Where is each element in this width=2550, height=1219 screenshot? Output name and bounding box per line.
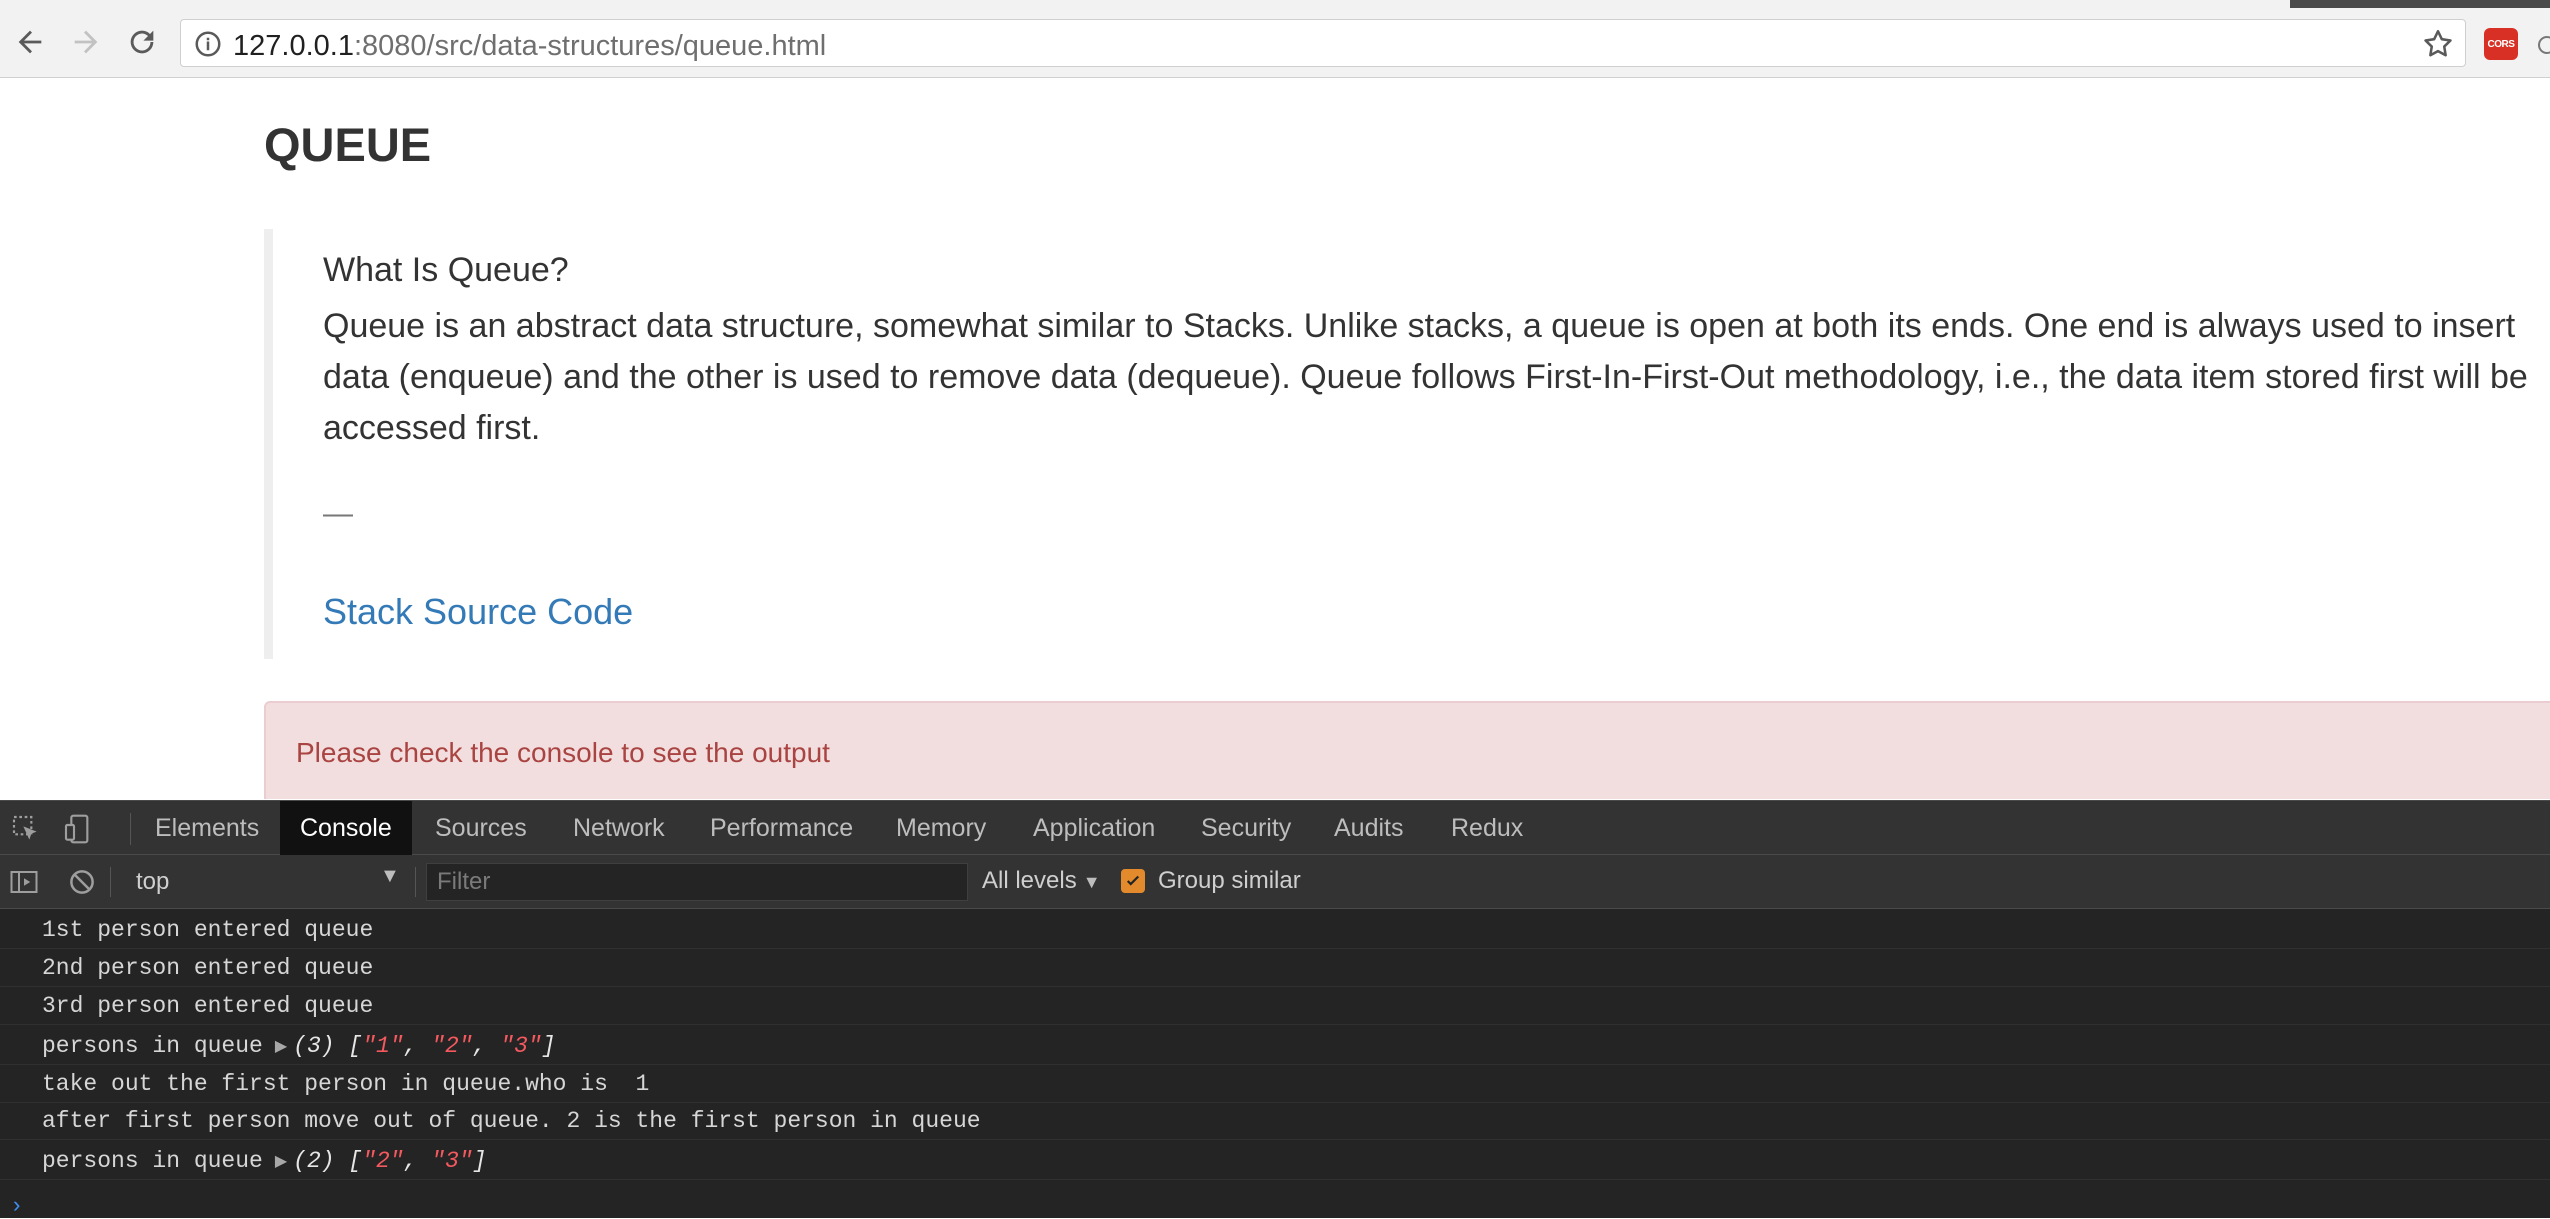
arrow-left-icon xyxy=(18,30,42,54)
filter-divider xyxy=(110,867,111,897)
console-log-line: persons in queue ▶ (3) ["1", "2", "3"] xyxy=(0,1027,2550,1065)
console-log-text: persons in queue xyxy=(42,1147,263,1174)
page-content: QUEUE What Is Queue? Queue is an abstrac… xyxy=(0,79,2550,799)
tab-redux[interactable]: Redux xyxy=(1431,801,1543,855)
reload-icon xyxy=(130,30,154,54)
url-host: 127.0.0.1 xyxy=(233,30,354,62)
array-item: "2" xyxy=(362,1147,404,1174)
url-text[interactable]: 127.0.0.1:8080/src/data-structures/queue… xyxy=(233,30,826,63)
quote-body: Queue is an abstract data structure, som… xyxy=(323,307,2528,447)
quote-heading: What Is Queue? xyxy=(323,251,569,289)
console-log-text: take out the first person in queue.who i… xyxy=(42,1070,650,1097)
alert-box: Please check the console to see the outp… xyxy=(264,701,2550,799)
group-similar-label[interactable]: Group similar xyxy=(1158,867,1301,895)
tab-application[interactable]: Application xyxy=(1013,801,1175,855)
forward-button[interactable] xyxy=(62,18,110,66)
console-log-text: persons in queue xyxy=(42,1032,263,1059)
quote-dash: — xyxy=(323,497,353,530)
devtools-tab-bar: Elements Console Sources Network Performance… xyxy=(0,800,2550,855)
console-log-line: 1st person entered queue xyxy=(0,911,2550,949)
tab-memory[interactable]: Memory xyxy=(876,801,1006,855)
stack-source-code-link[interactable]: Stack Source Code xyxy=(323,591,633,633)
info-icon[interactable] xyxy=(193,29,223,59)
cors-badge-text: CORS xyxy=(2487,38,2515,50)
context-select[interactable]: top xyxy=(120,863,405,901)
show-sidebar-icon[interactable] xyxy=(9,867,39,897)
group-similar-checkbox[interactable] xyxy=(1121,869,1145,893)
context-dropdown-arrow-icon[interactable]: ▼ xyxy=(380,865,400,888)
tab-elements[interactable]: Elements xyxy=(135,801,279,855)
arrow-right-icon xyxy=(74,30,98,54)
cors-extension-icon[interactable]: CORS xyxy=(2484,28,2518,60)
active-tab-edge[interactable] xyxy=(0,0,2290,8)
console-log-text: after first person move out of queue. 2 … xyxy=(42,1107,981,1134)
array-item: "1" xyxy=(362,1032,404,1059)
array-item: "2" xyxy=(431,1032,473,1059)
expand-triangle-icon[interactable]: ▶ xyxy=(275,1151,287,1171)
array-item: "3" xyxy=(431,1147,473,1174)
tab-console[interactable]: Console xyxy=(280,801,412,855)
log-levels-label: All levels xyxy=(982,867,1077,894)
devtools-panel: Elements Console Sources Network Performance… xyxy=(0,800,2550,1219)
console-output[interactable]: › 1st person entered queue 2nd person ent… xyxy=(0,910,2550,1219)
expand-triangle-icon[interactable]: ▶ xyxy=(275,1036,287,1056)
checkmark-icon xyxy=(1126,875,1140,886)
array-item: "3" xyxy=(500,1032,542,1059)
context-select-value: top xyxy=(136,868,170,895)
console-filter-bar: top ▼ All levels▼ Group similar xyxy=(0,855,2550,909)
tab-performance[interactable]: Performance xyxy=(690,801,873,855)
extension-icon[interactable] xyxy=(2532,30,2550,60)
tab-bar-divider xyxy=(130,813,131,845)
array-preview[interactable]: (2) ["2", "3"] xyxy=(293,1148,486,1174)
browser-toolbar: 127.0.0.1:8080/src/data-structures/queue… xyxy=(0,8,2550,78)
inspect-element-icon[interactable] xyxy=(10,813,42,845)
filter-divider xyxy=(415,867,416,897)
array-count: (3) xyxy=(293,1032,335,1059)
console-log-line: persons in queue ▶ (2) ["2", "3"] xyxy=(0,1142,2550,1180)
url-path: :8080/src/data-structures/queue.html xyxy=(353,30,827,62)
window-top-edge xyxy=(0,0,2550,8)
tab-network[interactable]: Network xyxy=(553,801,685,855)
page-title: QUEUE xyxy=(264,118,432,171)
description-blockquote: What Is Queue? Queue is an abstract data… xyxy=(264,229,2550,659)
array-preview[interactable]: (3) ["1", "2", "3"] xyxy=(293,1033,555,1059)
bookmark-star-icon[interactable] xyxy=(2421,27,2455,61)
clear-console-icon[interactable] xyxy=(67,867,97,897)
console-log-line: 2nd person entered queue xyxy=(0,949,2550,987)
array-count: (2) xyxy=(293,1147,335,1174)
device-toolbar-icon[interactable] xyxy=(62,813,94,845)
tab-sources[interactable]: Sources xyxy=(415,801,547,855)
log-levels-dropdown[interactable]: All levels ▼ xyxy=(982,867,1101,895)
tab-audits[interactable]: Audits xyxy=(1314,801,1423,855)
console-prompt-icon[interactable]: › xyxy=(10,1194,23,1219)
console-log-text: 2nd person entered queue xyxy=(42,954,374,981)
alert-text: Please check the console to see the outp… xyxy=(296,737,830,768)
console-log-text: 1st person entered queue xyxy=(42,916,374,943)
console-filter-input[interactable] xyxy=(426,863,968,901)
console-log-line: after first person move out of queue. 2 … xyxy=(0,1102,2550,1140)
console-log-text: 3rd person entered queue xyxy=(42,992,374,1019)
reload-button[interactable] xyxy=(118,18,166,66)
back-button[interactable] xyxy=(6,18,54,66)
console-log-line: 3rd person entered queue xyxy=(0,987,2550,1025)
levels-dropdown-arrow-icon: ▼ xyxy=(1082,872,1101,892)
console-log-line: take out the first person in queue.who i… xyxy=(0,1065,2550,1103)
address-bar[interactable]: 127.0.0.1:8080/src/data-structures/queue… xyxy=(180,19,2466,67)
tab-security[interactable]: Security xyxy=(1181,801,1311,855)
